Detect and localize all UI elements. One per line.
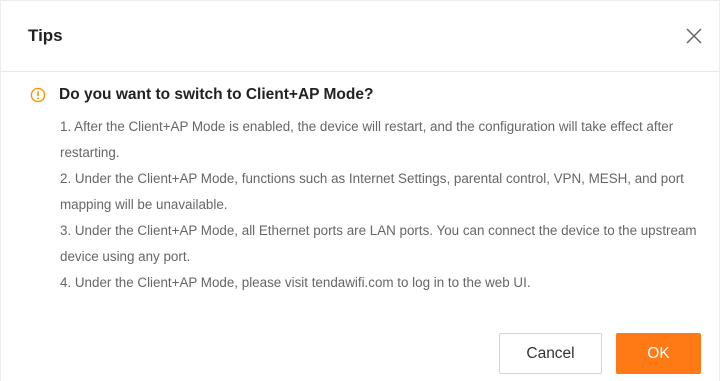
switch-mode-dialog: Tips Do you want to switch to Client+AP … — [0, 0, 720, 381]
warning-icon — [30, 87, 46, 103]
cancel-button[interactable]: Cancel — [499, 333, 602, 374]
dialog-header: Tips — [1, 1, 719, 72]
dialog-title: Tips — [28, 26, 63, 45]
note-item: 3. Under the Client+AP Mode, all Etherne… — [60, 223, 697, 264]
note-item: 4. Under the Client+AP Mode, please visi… — [60, 275, 531, 290]
close-icon — [686, 28, 702, 44]
ok-button[interactable]: OK — [616, 333, 701, 374]
confirm-question: Do you want to switch to Client+AP Mode? — [59, 86, 374, 103]
note-item: 2. Under the Client+AP Mode, functions s… — [60, 171, 684, 212]
close-button[interactable] — [681, 23, 707, 49]
notes-list: 1. After the Client+AP Mode is enabled, … — [60, 114, 710, 296]
note-item: 1. After the Client+AP Mode is enabled, … — [60, 119, 674, 160]
